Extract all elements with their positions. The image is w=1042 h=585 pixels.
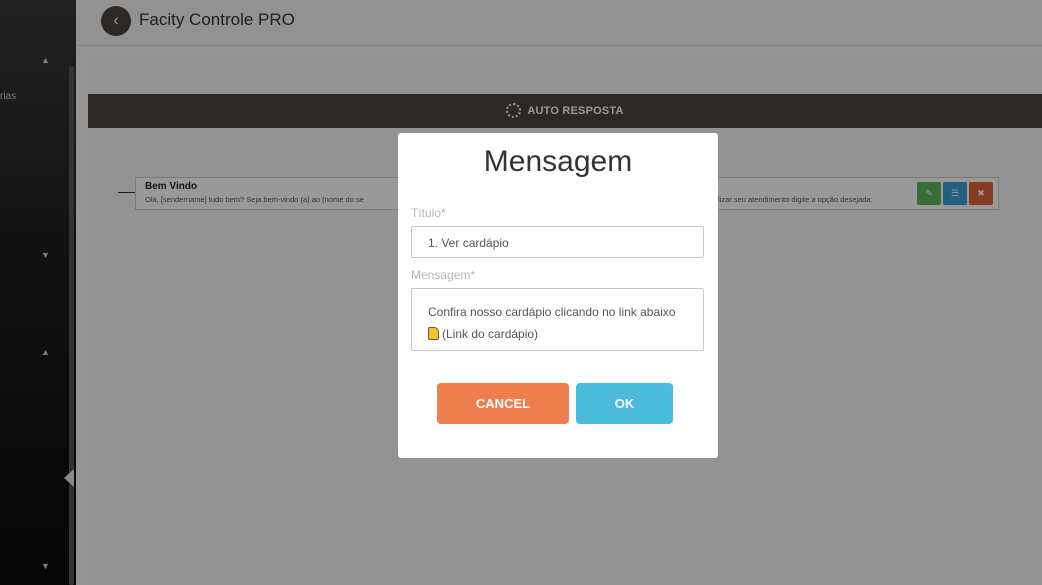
message-line-2: (Link do cardápio) [442,327,539,341]
pointing-hand-icon [428,327,439,340]
message-field[interactable]: Confira nosso cardápio clicando no link … [411,288,704,351]
cancel-button[interactable]: CANCEL [437,383,569,424]
title-value: 1. Ver cardápio [428,236,509,250]
message-line-1: Confira nosso cardápio clicando no link … [428,305,676,319]
message-label: Mensagem* [411,268,476,282]
ok-button[interactable]: OK [576,383,673,424]
title-label: Título* [411,206,446,220]
message-dialog: Mensagem Título* 1. Ver cardápio Mensage… [398,133,718,458]
title-field[interactable]: 1. Ver cardápio [411,226,704,258]
dialog-title: Mensagem [483,145,633,178]
